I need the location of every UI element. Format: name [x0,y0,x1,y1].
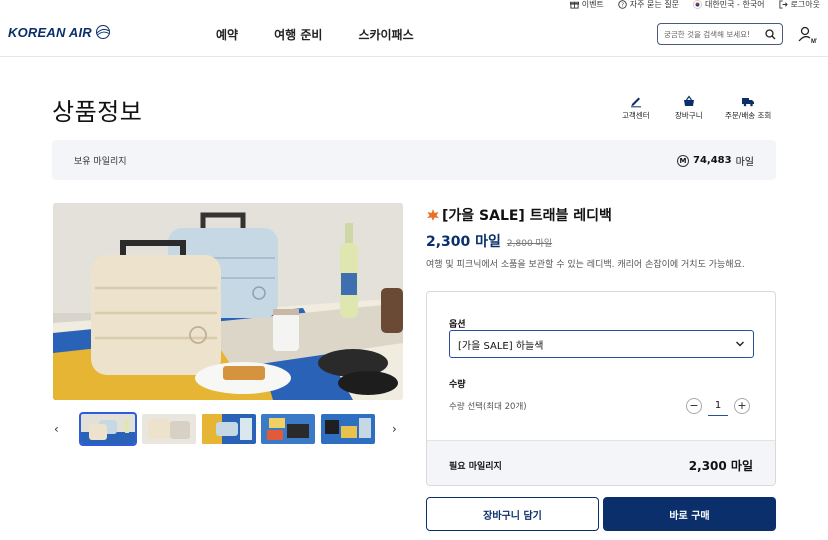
required-mileage-label: 필요 마일리지 [449,462,502,472]
quantity-input[interactable]: 1 [708,396,728,416]
util-events-label: 이벤트 [581,0,604,9]
util-logout-label: 로그아웃 [790,0,820,9]
quick-link-label: 주문/배송 조회 [725,111,772,120]
search-input[interactable]: 궁금한 것을 검색해 보세요! [664,29,765,40]
util-language[interactable]: 대한민국 - 한국어 [693,0,765,10]
option-label: 옵션 [449,320,466,330]
increment-button[interactable]: + [734,398,750,414]
chevron-left-icon[interactable]: ‹ [54,422,64,436]
product-original-price: 2,800 마일 [506,239,553,249]
util-logout[interactable]: 로그아웃 [778,0,820,10]
util-faq[interactable]: ? 자주 묻는 질문 [618,0,679,10]
mileage-icon: M [677,154,689,167]
korean-air-logo[interactable]: KOREAN AIR [8,24,111,40]
nav-item-skypass[interactable]: 스카이패스 [358,26,413,43]
mileage-balance-bar: 보유 마일리지 M 74,483 마일 [52,140,776,180]
gift-icon [569,1,579,9]
thumbnail-3[interactable] [202,414,256,444]
add-to-cart-button[interactable]: 장바구니 담기 [426,497,599,531]
chevron-right-icon[interactable]: › [392,422,402,436]
logo-text: KOREAN AIR [8,24,92,40]
svg-text:?: ? [621,3,624,9]
taegeuk-logo-icon [95,25,110,39]
maple-leaf-icon [427,209,439,221]
truck-icon [742,98,755,107]
nav-item-travel-prep[interactable]: 여행 준비 [274,26,322,43]
main-nav: 예약 여행 준비 스카이패스 [216,26,414,43]
util-events[interactable]: 이벤트 [569,0,604,10]
util-language-label: 대한민국 - 한국어 [705,0,765,9]
chevron-down-icon [736,341,744,347]
my-account-icon[interactable]: MY [797,25,817,45]
quick-link-label: 장바구니 [675,111,703,120]
product-title-row: [가을 SALE] 트래블 레디백 [426,205,612,225]
mileage-value-group: M 74,483 마일 [677,153,754,168]
logout-icon [778,0,788,9]
quick-link-customer-center[interactable]: 고객센터 [622,94,650,121]
search-box[interactable]: 궁금한 것을 검색해 보세요! [657,23,783,45]
buy-now-button[interactable]: 바로 구매 [603,497,776,531]
quantity-label: 수량 [449,380,466,390]
quantity-stepper: − 1 + [686,396,750,416]
option-select[interactable]: [가을 SALE] 하늘색 [449,330,754,358]
question-icon: ? [618,0,627,9]
product-thumbnail-strip: ‹ › [52,412,404,446]
quick-link-order-tracking[interactable]: 주문/배송 조회 [725,94,771,121]
page-title: 상품정보 [52,98,143,126]
purchase-option-panel: 옵션 [가을 SALE] 하늘색 수량 수량 선택(최대 20개) − 1 + … [426,291,776,486]
quantity-hint: 수량 선택(최대 20개) [449,402,527,412]
option-selected-value: [가을 SALE] 하늘색 [458,340,544,352]
thumbnail-2[interactable] [142,414,196,444]
thumbnail-1[interactable] [79,412,137,446]
mileage-unit: 마일 [735,157,754,168]
required-mileage-value: 2,300 마일 [688,459,753,473]
basket-icon [683,95,694,106]
product-price-row: 2,300 마일 2,800 마일 [426,231,552,251]
mileage-value: 74,483 [693,155,732,166]
thumbnail-5[interactable] [321,414,375,444]
pencil-icon [630,97,641,108]
product-price: 2,300 마일 [426,234,501,250]
search-icon[interactable] [765,28,776,40]
global-header: KOREAN AIR 예약 여행 준비 스카이패스 궁금한 것을 검색해 보세요… [0,10,828,57]
required-mileage-row: 필요 마일리지 2,300 마일 [427,440,775,485]
thumbnail-4[interactable] [261,414,315,444]
product-main-image [53,203,403,400]
quick-link-label: 고객센터 [622,111,650,120]
product-title: [가을 SALE] 트래블 레디백 [442,208,612,224]
flag-kr-icon [693,0,702,9]
my-label: MY [811,39,817,45]
nav-item-booking[interactable]: 예약 [216,26,238,43]
util-faq-label: 자주 묻는 질문 [629,0,680,9]
quick-link-cart[interactable]: 장바구니 [675,94,703,121]
utility-bar: 이벤트 ? 자주 묻는 질문 대한민국 - 한국어 로그아웃 [569,0,820,10]
product-description: 여행 및 피크닉에서 소품을 보관할 수 있는 레디백. 캐리어 손잡이에 거치… [426,260,745,270]
mileage-label: 보유 마일리지 [74,157,127,167]
decrement-button[interactable]: − [686,398,702,414]
